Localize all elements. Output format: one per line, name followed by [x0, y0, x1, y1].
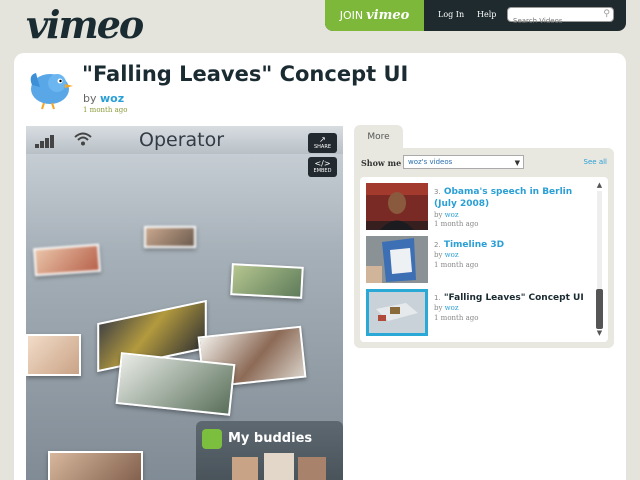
author-link[interactable]: woz — [445, 251, 459, 259]
show-me-select[interactable]: woz's videos ▼ — [403, 155, 524, 169]
list-item-title-text: "Falling Leaves" Concept UI — [443, 293, 584, 303]
author-link[interactable]: woz — [445, 211, 459, 219]
search-icon[interactable]: ⚲ — [603, 9, 610, 19]
list-scrollbar[interactable]: ▲ ▼ — [595, 181, 604, 338]
list-item-date: 1 month ago — [434, 314, 479, 322]
photo-card — [33, 243, 101, 277]
buddy-avatar — [232, 457, 258, 480]
show-me-label: Show me — [361, 158, 402, 168]
see-all-link[interactable]: See all — [584, 158, 607, 166]
video-player[interactable]: Operator ↗ SHARE </> EMBED My buddies — [26, 126, 343, 480]
by-label: by — [434, 251, 443, 259]
join-label: JOIN — [339, 9, 364, 22]
list-item-byline: by woz — [434, 304, 459, 312]
list-item-byline: by woz — [434, 211, 459, 219]
more-box: Show me woz's videos ▼ See all 3. Obama'… — [354, 148, 614, 348]
photo-card — [48, 451, 143, 480]
avatar[interactable] — [26, 65, 76, 111]
list-item[interactable]: 1. "Falling Leaves" Concept UI by woz 1 … — [366, 289, 586, 339]
list-item-number: 2. — [434, 241, 441, 249]
chevron-down-icon: ▼ — [514, 159, 520, 167]
list-item-title[interactable]: 2. Timeline 3D — [434, 239, 584, 251]
tab-more[interactable]: More — [354, 125, 403, 148]
video-thumbnail[interactable] — [366, 289, 428, 336]
scroll-up-icon[interactable]: ▲ — [595, 181, 604, 189]
list-item-date: 1 month ago — [434, 220, 479, 228]
by-label: by — [434, 211, 443, 219]
author-link[interactable]: woz — [445, 304, 459, 312]
upload-date: 1 month ago — [83, 106, 128, 114]
photo-card — [144, 226, 196, 248]
list-item-title-text: Obama's speech in Berlin (July 2008) — [434, 187, 573, 209]
buddy-avatar — [298, 457, 326, 480]
list-item[interactable]: 2. Timeline 3D by woz 1 month ago — [366, 236, 586, 286]
join-vimeo-button[interactable]: JOIN vimeo — [325, 0, 424, 31]
list-item-title[interactable]: 1. "Falling Leaves" Concept UI — [434, 292, 584, 304]
search-box: ⚲ — [507, 7, 614, 28]
video-title: "Falling Leaves" Concept UI — [82, 62, 409, 86]
login-link[interactable]: Log In — [438, 10, 464, 19]
embed-button[interactable]: </> EMBED — [308, 157, 337, 177]
join-brand: vimeo — [366, 8, 410, 23]
list-item[interactable]: 3. Obama's speech in Berlin (July 2008) … — [366, 183, 586, 233]
list-item-date: 1 month ago — [434, 261, 479, 269]
share-label: SHARE — [314, 144, 331, 150]
by-label: by — [83, 92, 97, 105]
help-link[interactable]: Help — [477, 10, 496, 19]
content-panel: "Falling Leaves" Concept UI by woz 1 mon… — [14, 53, 626, 480]
photo-card — [26, 334, 81, 376]
scroll-down-icon[interactable]: ▼ — [595, 329, 604, 337]
phone-status-bar: Operator — [26, 126, 343, 154]
top-nav-bar: JOIN vimeo Log In Help ⚲ — [325, 0, 626, 31]
photo-card — [230, 263, 304, 299]
video-byline: by woz — [83, 92, 124, 105]
buddies-icon — [202, 429, 222, 449]
list-item-title-text: Timeline 3D — [443, 240, 505, 250]
scroll-thumb[interactable] — [596, 289, 603, 329]
embed-label: EMBED — [313, 168, 332, 174]
wifi-icon — [74, 132, 92, 146]
by-label: by — [434, 304, 443, 312]
share-button[interactable]: ↗ SHARE — [308, 133, 337, 153]
buddies-panel: My buddies — [196, 421, 343, 480]
buddies-label: My buddies — [228, 431, 313, 446]
more-videos-module: More Show me woz's videos ▼ See all 3. O… — [354, 125, 614, 348]
video-thumbnail[interactable] — [366, 236, 428, 283]
carrier-label: Operator — [139, 129, 225, 151]
video-list: 3. Obama's speech in Berlin (July 2008) … — [360, 177, 608, 342]
select-value: woz's videos — [408, 158, 453, 166]
video-thumbnail[interactable] — [366, 183, 428, 230]
share-icon: ↗ — [319, 135, 326, 144]
signal-strength-icon — [35, 135, 54, 148]
embed-icon: </> — [314, 159, 331, 168]
author-link[interactable]: woz — [100, 92, 124, 105]
list-item-title[interactable]: 3. Obama's speech in Berlin (July 2008) — [434, 186, 584, 210]
list-item-byline: by woz — [434, 251, 459, 259]
buddy-avatar — [264, 453, 294, 480]
list-item-number: 3. — [434, 188, 441, 196]
list-item-number: 1. — [434, 294, 441, 302]
search-input[interactable] — [508, 14, 596, 28]
vimeo-logo[interactable]: vimeo — [26, 2, 144, 47]
photo-card — [115, 352, 236, 416]
